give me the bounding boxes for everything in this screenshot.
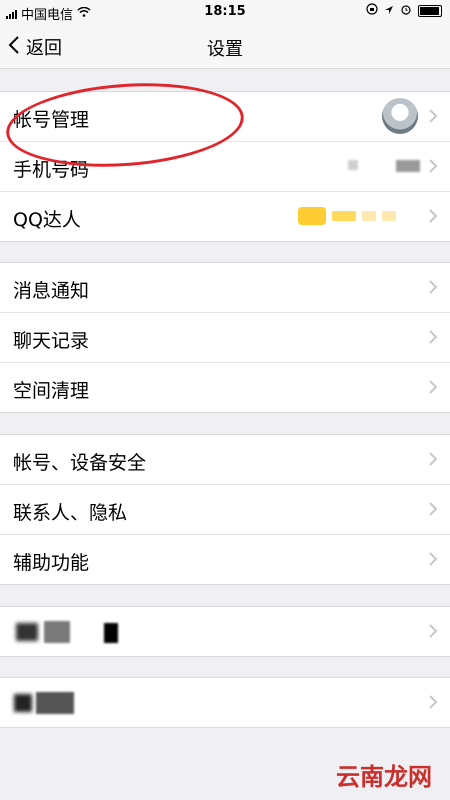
settings-row-storage-cleanup[interactable]: 空间清理 — [0, 363, 450, 412]
chevron-right-icon — [428, 108, 438, 128]
settings-group-obscured-1 — [0, 606, 450, 657]
watermark: 云南龙网 — [336, 763, 432, 791]
status-icons — [366, 3, 442, 19]
settings-group-account: 帐号管理 手机号码 QQ达人 — [0, 91, 450, 242]
page-title: 设置 — [207, 39, 243, 60]
chevron-right-icon — [428, 501, 438, 521]
row-label: 手机号码 — [13, 159, 90, 181]
row-label: 帐号、设备安全 — [13, 452, 147, 474]
settings-row-obscured[interactable] — [0, 678, 450, 727]
row-label: 空间清理 — [13, 380, 90, 402]
row-label: 辅助功能 — [13, 552, 90, 574]
chevron-right-icon — [428, 551, 438, 571]
settings-row-obscured[interactable] — [0, 607, 450, 656]
settings-row-contacts-privacy[interactable]: 联系人、隐私 — [0, 485, 450, 535]
chevron-right-icon — [428, 279, 438, 299]
blurred-label — [36, 692, 74, 714]
navigation-bar: 返回 设置 — [0, 24, 450, 69]
settings-row-phone-number[interactable]: 手机号码 — [0, 142, 450, 192]
chevron-right-icon — [428, 158, 438, 178]
settings-row-accessibility[interactable]: 辅助功能 — [0, 535, 450, 584]
chevron-right-icon — [428, 694, 438, 714]
settings-row-qq-daren[interactable]: QQ达人 — [0, 192, 450, 241]
avatar — [382, 98, 418, 134]
row-label: 帐号管理 — [13, 109, 90, 131]
settings-row-notifications[interactable]: 消息通知 — [0, 263, 450, 313]
chevron-right-icon — [428, 451, 438, 471]
blurred-label — [44, 621, 70, 643]
chevron-right-icon — [428, 379, 438, 399]
blurred-label — [104, 623, 118, 643]
alarm-icon — [400, 3, 412, 19]
row-label: QQ达人 — [13, 209, 81, 231]
lock-rotation-icon — [366, 3, 378, 19]
blurred-value — [396, 160, 420, 172]
settings-group-general: 消息通知 聊天记录 空间清理 — [0, 262, 450, 413]
settings-group-security: 帐号、设备安全 联系人、隐私 辅助功能 — [0, 434, 450, 585]
settings-row-account-device-security[interactable]: 帐号、设备安全 — [0, 435, 450, 485]
blurred-label — [14, 694, 32, 712]
badge-icon — [298, 207, 326, 225]
status-bar: 中国电信 18:15 — [0, 0, 450, 24]
row-label: 联系人、隐私 — [13, 502, 128, 524]
blurred-label — [16, 623, 38, 641]
blurred-value — [348, 160, 358, 170]
settings-group-obscured-2 — [0, 677, 450, 728]
row-label: 聊天记录 — [13, 330, 90, 352]
location-icon — [384, 4, 394, 19]
settings-row-chat-history[interactable]: 聊天记录 — [0, 313, 450, 363]
settings-row-account-management[interactable]: 帐号管理 — [0, 92, 450, 142]
row-label: 消息通知 — [13, 280, 90, 302]
chevron-right-icon — [428, 208, 438, 228]
battery-icon — [418, 5, 442, 17]
chevron-right-icon — [428, 329, 438, 349]
chevron-right-icon — [428, 623, 438, 643]
qq-daren-badge — [298, 204, 418, 228]
